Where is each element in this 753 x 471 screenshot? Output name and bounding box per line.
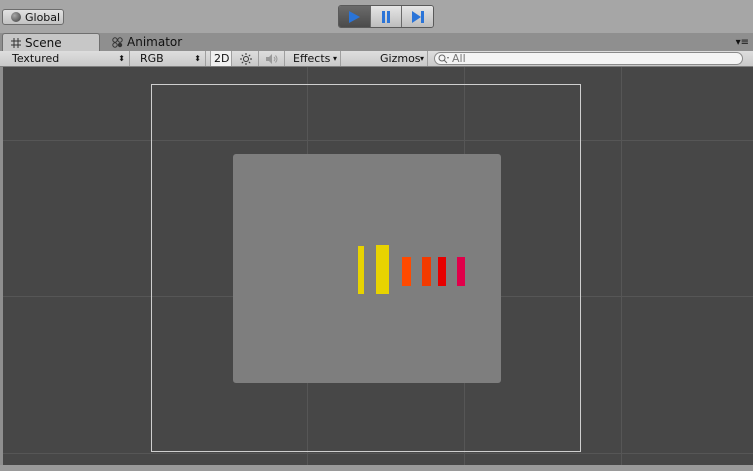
lighting-toggle[interactable]	[233, 51, 259, 66]
dropdown-arrow-icon: ▾	[332, 54, 337, 63]
top-toolbar: Global	[0, 0, 753, 33]
pause-icon	[382, 10, 390, 23]
audio-toggle[interactable]	[259, 51, 285, 66]
dropdown-arrow-icon: ▾	[419, 54, 424, 63]
sun-icon	[239, 52, 252, 65]
grid-line	[3, 453, 753, 454]
scene-viewport[interactable]	[3, 67, 753, 465]
tab-animator-label: Animator	[127, 35, 183, 49]
play-button[interactable]	[339, 6, 371, 27]
draw-mode-label: Textured	[12, 52, 60, 65]
globe-icon	[11, 12, 21, 22]
grid-line	[621, 67, 622, 465]
pause-button[interactable]	[370, 6, 403, 27]
step-button[interactable]	[402, 6, 433, 27]
search-placeholder: All	[452, 52, 466, 65]
updown-arrow-icon: ⬍	[118, 54, 125, 63]
tab-scene-label: Scene	[25, 35, 62, 50]
draw-mode-dropdown[interactable]: Textured ⬍	[6, 51, 130, 66]
pink-bar[interactable]	[457, 257, 465, 286]
grid-icon	[11, 37, 21, 48]
effects-label: Effects	[293, 52, 331, 65]
toggle-2d-label: 2D	[214, 52, 230, 65]
scene-toolbar: Textured ⬍ RGB ⬍ 2D Effects ▾ Gizmos ▾ A…	[0, 51, 753, 67]
animator-icon	[112, 36, 123, 48]
red-bar[interactable]	[438, 257, 446, 286]
pivot-rotation-toggle[interactable]: Global	[2, 9, 64, 25]
tab-menu-icon[interactable]: ▾≡	[736, 37, 749, 48]
playmode-controls	[338, 5, 434, 28]
global-label: Global	[25, 10, 61, 24]
step-icon	[411, 10, 424, 23]
gizmos-label: Gizmos	[380, 52, 421, 65]
search-field[interactable]: All	[434, 52, 743, 65]
tab-scene[interactable]: Scene	[2, 33, 100, 51]
orange-bar[interactable]	[402, 257, 411, 286]
yellow-bar-wide[interactable]	[376, 245, 389, 294]
render-mode-dropdown[interactable]: RGB ⬍	[134, 51, 206, 66]
play-icon	[349, 10, 361, 23]
window-tabbar: Scene Animator ▾≡	[0, 33, 753, 51]
yellow-bar-thin[interactable]	[358, 246, 364, 294]
orange-red-bar[interactable]	[422, 257, 431, 286]
toggle-2d-button[interactable]: 2D	[210, 51, 232, 66]
render-mode-label: RGB	[140, 52, 164, 65]
bottom-border	[0, 465, 753, 471]
updown-arrow-icon: ⬍	[194, 54, 201, 63]
search-icon	[438, 54, 449, 63]
speaker-icon	[266, 53, 278, 64]
tab-animator[interactable]: Animator	[104, 33, 192, 51]
gizmos-dropdown[interactable]: Gizmos ▾	[374, 51, 428, 66]
effects-dropdown[interactable]: Effects ▾	[287, 51, 341, 66]
